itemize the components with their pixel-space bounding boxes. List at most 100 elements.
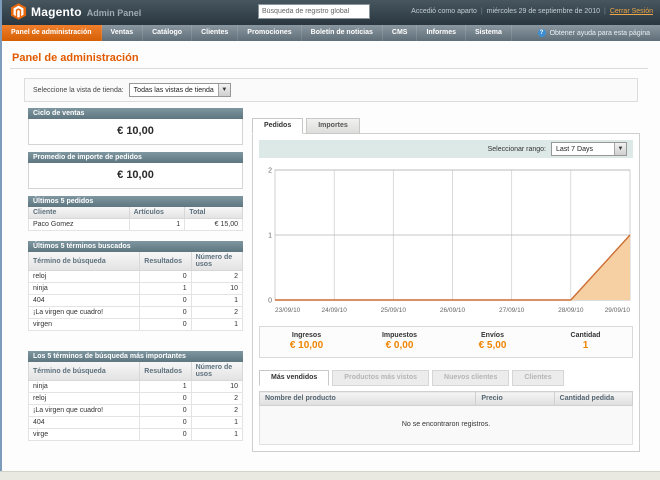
table-header-row: Cliente Artículos Total — [28, 207, 243, 219]
nav-item-informes[interactable]: Informes — [417, 25, 467, 41]
table-cell: virgen — [27, 318, 141, 331]
nav-item-boletin[interactable]: Boletín de noticias — [302, 25, 383, 41]
svg-text:24/09/10: 24/09/10 — [322, 307, 348, 314]
svg-text:23/09/10: 23/09/10 — [275, 307, 301, 314]
title-divider — [10, 68, 648, 69]
tab-pedidos[interactable]: Pedidos — [252, 118, 304, 134]
chevron-down-icon: ▼ — [217, 84, 230, 96]
nav-item-catalogo[interactable]: Catálogo — [143, 25, 193, 41]
table-cell: 1 — [190, 428, 244, 441]
stat-ingresos: Ingresos € 10,00 — [289, 332, 324, 351]
table-cell: 0 — [139, 416, 192, 429]
table-cell: ninja — [27, 282, 141, 295]
no-records-message: No se encontraron registros. — [259, 405, 633, 445]
table-row: reloj 0 2 — [27, 392, 244, 405]
table-cell: 1 — [190, 416, 244, 429]
logo-suffix: Admin Panel — [86, 7, 142, 18]
table-cell: virge — [27, 428, 141, 441]
page-title: Panel de administración — [12, 52, 139, 64]
tab-clientes[interactable]: Clientes — [512, 370, 564, 386]
lifetime-sales-box: Ciclo de ventas € 10,00 — [28, 108, 243, 145]
last-orders-table: Últimos 5 pedidos Cliente Artículos Total … — [28, 196, 243, 231]
column-header: Número de usos — [190, 362, 244, 381]
table-row: virgen 0 1 — [27, 318, 244, 331]
store-view-select[interactable]: Todas las vistas de tienda ▼ — [128, 83, 231, 97]
lifetime-sales-title: Ciclo de ventas — [28, 108, 243, 119]
range-selector-bar: Seleccionar rango: Last 7 Days ▼ — [259, 140, 633, 158]
chevron-down-icon: ▼ — [614, 143, 626, 155]
table-cell: 1 — [139, 282, 192, 295]
grid-header-row: Nombre del producto Precio Cantidad pedida — [258, 391, 634, 406]
top-search-terms-title: Los 5 términos de búsqueda más important… — [28, 351, 243, 362]
logged-in-as: Accedió como aparto — [411, 8, 477, 15]
separator: | — [480, 8, 483, 15]
table-cell: 2 — [190, 270, 244, 283]
svg-text:2: 2 — [268, 168, 272, 175]
nav-item-cms[interactable]: CMS — [383, 25, 418, 41]
table-cell: 1 — [190, 294, 244, 307]
table-cell: 2 — [190, 404, 244, 417]
nav-item-sistema[interactable]: Sistema — [466, 25, 512, 41]
table-row: Paco Gomez 1 € 15,00 — [28, 218, 243, 231]
table-cell: 1 — [190, 318, 244, 331]
column-header: Término de búsqueda — [27, 252, 141, 271]
table-cell: 0 — [139, 318, 192, 331]
help-label: Obtener ayuda para esta página — [549, 29, 650, 37]
dashboard-panel: Pedidos Importes Seleccionar rango: Last… — [252, 118, 640, 452]
separator: | — [603, 8, 606, 15]
column-header: Resultados — [139, 362, 192, 381]
column-header: Cliente — [28, 207, 130, 219]
logout-link[interactable]: Cerrar Sesión — [610, 8, 653, 15]
tab-importes[interactable]: Importes — [306, 118, 360, 134]
empty-row: No se encontraron registros. — [259, 405, 633, 445]
table-cell: ninja — [27, 380, 141, 393]
table-cell: 0 — [139, 404, 192, 417]
table-row: ninja 1 10 — [27, 380, 244, 393]
magento-logo[interactable]: Magento Admin Panel — [11, 3, 141, 20]
table-cell: reloj — [27, 392, 141, 405]
tab-nuevos-clientes[interactable]: Nuevos clientes — [432, 370, 510, 386]
store-view-select-value: Todas las vistas de tienda — [133, 86, 214, 94]
column-header: Nombre del producto — [258, 391, 477, 406]
table-cell: 2 — [190, 392, 244, 405]
table-cell: 0 — [139, 428, 192, 441]
average-orders-box: Promedio de importe de pedidos € 10,00 — [28, 152, 243, 189]
table-cell: reloj — [27, 270, 141, 283]
top-search-terms-table: Los 5 términos de búsqueda más important… — [27, 351, 244, 441]
store-switcher: Seleccione la vista de tienda: Todas las… — [24, 78, 638, 102]
table-row: ninja 1 10 — [27, 282, 244, 295]
table-cell: Paco Gomez — [28, 218, 130, 231]
store-switcher-label: Seleccione la vista de tienda: — [33, 86, 124, 94]
table-row: reloj 0 2 — [27, 270, 244, 283]
table-cell: ¡La virgen que cuadro! — [27, 404, 141, 417]
average-orders-title: Promedio de importe de pedidos — [28, 152, 243, 163]
svg-text:1: 1 — [268, 233, 272, 240]
table-cell: € 15,00 — [184, 218, 243, 231]
tab-mas-vendidos[interactable]: Más vendidos — [259, 370, 330, 386]
tab-productos-mas-vistos[interactable]: Productos más vistos — [332, 370, 430, 386]
table-row: 404 0 1 — [27, 294, 244, 307]
svg-text:25/09/10: 25/09/10 — [381, 307, 407, 314]
svg-text:26/09/10: 26/09/10 — [440, 307, 466, 314]
nav-item-dashboard[interactable]: Panel de administración — [2, 25, 102, 41]
table-cell: 0 — [139, 306, 192, 319]
products-tabs: Más vendidos Productos más vistos Nuevos… — [259, 370, 633, 386]
global-search-input[interactable] — [258, 4, 370, 19]
column-header: Cantidad pedida — [553, 391, 634, 406]
last-orders-title: Últimos 5 pedidos — [28, 196, 243, 207]
range-select[interactable]: Last 7 Days ▼ — [551, 142, 627, 156]
range-select-value: Last 7 Days — [556, 145, 593, 153]
get-help-link[interactable]: ? Obtener ayuda para esta página — [537, 25, 660, 41]
orders-chart-svg: 0 1 2 23/09/10 24/09/10 25/09/10 26/09/10 27/09… — [268, 168, 631, 314]
current-date: miércoles 29 de septiembre de 2010 — [486, 8, 600, 15]
chart-tabs: Pedidos Importes — [252, 118, 640, 134]
main-navigation: Panel de administración Ventas Catálogo … — [2, 25, 660, 41]
table-header-row: Término de búsqueda Resultados Número de u… — [27, 362, 244, 381]
nav-item-clientes[interactable]: Clientes — [192, 25, 239, 41]
nav-item-ventas[interactable]: Ventas — [102, 25, 144, 41]
svg-text:29/09/10: 29/09/10 — [605, 307, 631, 314]
session-info: Accedió como aparto | miércoles 29 de se… — [411, 8, 653, 15]
nav-item-promociones[interactable]: Promociones — [238, 25, 302, 41]
table-cell: 0 — [139, 270, 192, 283]
logo-text: Magento — [31, 4, 82, 19]
